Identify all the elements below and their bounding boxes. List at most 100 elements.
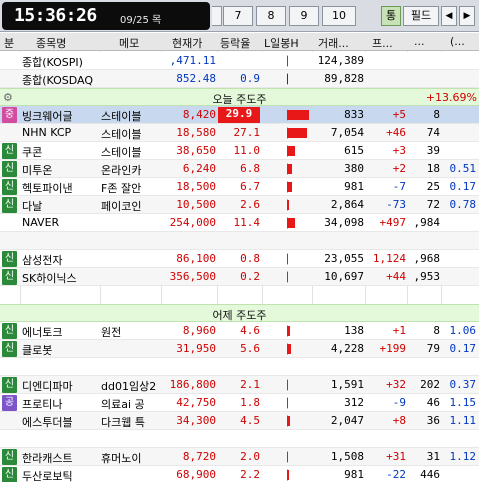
stock-memo[interactable]: 스테이블	[101, 144, 161, 160]
stock-rate: 4.6	[240, 324, 260, 337]
stock-memo[interactable]: 다크웹 특	[101, 414, 161, 430]
stock-memo[interactable]: 원전	[101, 324, 161, 340]
header-net[interactable]: 프...	[372, 35, 393, 51]
clock-time: 15:36:26	[14, 5, 97, 26]
stock-memo[interactable]: 휴머노이	[101, 450, 161, 466]
stock-volume: 981	[344, 180, 364, 193]
stock-memo[interactable]: 페이코인	[101, 198, 161, 214]
stock-net: +8	[392, 414, 406, 427]
stock-row[interactable]: 신 삼성전자 86,100 0.8 23,055 1,124 ,968	[0, 250, 479, 268]
header-daybar[interactable]: L일봉H	[264, 35, 299, 51]
stock-volume: 615	[344, 144, 364, 157]
stock-row[interactable]: 신 미투온 온라인카 6,240 6.8 380 +2 18 0.51	[0, 160, 479, 178]
stock-price: 356,500	[169, 270, 216, 283]
index-name: 종합(KOSDAQ	[22, 74, 94, 87]
stock-v2: 0.78	[449, 198, 477, 211]
stock-v1: ,984	[413, 216, 441, 229]
stock-v2: 1.15	[449, 396, 477, 409]
stock-price: 68,900	[176, 468, 216, 481]
stock-memo[interactable]: dd01임상2	[101, 378, 161, 394]
stock-row[interactable]: NAVER 254,000 11.4 34,098 +497 ,984	[0, 214, 479, 232]
header-volume[interactable]: 거래...	[318, 35, 349, 51]
stock-name: 빙크웨어글	[22, 110, 73, 123]
stock-tag-badge: 공	[2, 395, 17, 411]
stock-tag-badge: 신	[2, 143, 17, 159]
toggle-button[interactable]: 통	[381, 6, 401, 26]
number-button-8[interactable]: 8	[256, 6, 286, 26]
stock-v1: 79	[426, 342, 440, 355]
index-volume: 124,389	[317, 54, 364, 67]
stock-row[interactable]: 중 빙크웨어글 스테이블 8,420 29.9 833 +5 8	[0, 106, 479, 124]
stock-row[interactable]: 신 클로봇 31,950 5.6 4,228 +199 79 0.17	[0, 340, 479, 358]
stock-memo[interactable]: F존 잘안	[101, 180, 161, 196]
day-bar	[264, 448, 312, 466]
stock-net: 1,124	[372, 252, 406, 265]
day-bar	[264, 214, 312, 232]
stock-name: 에너토크	[22, 326, 63, 339]
day-bar-fill	[287, 452, 288, 462]
index-price: ,471.11	[169, 54, 216, 67]
header-rate[interactable]: 등락율	[220, 35, 250, 51]
stock-volume: 138	[344, 324, 364, 337]
field-button[interactable]: 필드	[403, 6, 439, 26]
stock-net: +497	[379, 216, 407, 229]
stock-row[interactable]	[0, 232, 479, 250]
stock-memo[interactable]: 스테이블	[101, 108, 161, 124]
stock-v2: 0.17	[449, 180, 477, 193]
stock-v1: 18	[426, 162, 440, 175]
stock-row[interactable]	[0, 430, 479, 448]
header-category[interactable]: 분	[4, 35, 14, 51]
stock-name: 다날	[22, 200, 43, 213]
number-button-partial[interactable]	[212, 6, 222, 26]
stock-row[interactable]: 신 디엔디파마 dd01임상2 186,800 2.1 1,591 +32 202 0.37	[0, 376, 479, 394]
stock-price: 8,960	[182, 324, 216, 337]
stock-v2: 1.11	[449, 414, 477, 427]
stock-net: +46	[386, 126, 406, 139]
stock-name: SK하이닉스	[22, 272, 77, 285]
stock-row[interactable]: 신 두산로보틱 68,900 2.2 981 -22 446	[0, 466, 479, 482]
stock-memo[interactable]: 온라인카	[101, 162, 161, 178]
number-button-9[interactable]: 9	[289, 6, 319, 26]
number-button-10[interactable]: 10	[322, 6, 356, 26]
stock-name: 두산로보틱	[22, 470, 73, 482]
stock-price: 18,580	[176, 126, 216, 139]
stock-volume: 380	[344, 162, 364, 175]
stock-row[interactable]: 에스투더블 다크웹 특 34,300 4.5 2,047 +8 36 1.11	[0, 412, 479, 430]
stock-price: 86,100	[176, 252, 216, 265]
prev-arrow-icon[interactable]: ◀	[441, 6, 457, 26]
stock-tag-badge: 신	[2, 377, 17, 393]
stock-name: 한라캐스트	[22, 452, 73, 465]
clock-display: 15:36:26 09/25 목	[2, 2, 210, 30]
stock-row[interactable]	[0, 358, 479, 376]
stock-row[interactable]: 신 한라캐스트 휴머노이 8,720 2.0 1,508 +31 31 1.12	[0, 448, 479, 466]
stock-row[interactable]: 공 프로티나 의료ai 공 42,750 1.8 312 -9 46 1.15	[0, 394, 479, 412]
stock-row[interactable]: 신 SK하이닉스 356,500 0.2 10,697 +44 ,953	[0, 268, 479, 286]
stock-row[interactable]: 신 에너토크 원전 8,960 4.6 138 +1 8 1.06	[0, 322, 479, 340]
stock-row[interactable]: NHN KCP 스테이블 18,580 27.1 7,054 +46 74	[0, 124, 479, 142]
header-v1[interactable]: ...	[414, 35, 425, 48]
stock-row[interactable]: 신 다날 페이코인 10,500 2.6 2,864 -73 72 0.78	[0, 196, 479, 214]
header-name[interactable]: 종목명	[36, 35, 66, 51]
stock-row[interactable]: 신 쿠콘 스테이블 38,650 11.0 615 +3 39	[0, 142, 479, 160]
stock-net: +1	[392, 324, 406, 337]
day-bar-fill	[287, 416, 290, 426]
stock-tag-badge: 신	[2, 341, 17, 357]
header-v2[interactable]: (...	[450, 35, 465, 48]
index-row-kosdaq[interactable]: 종합(KOSDAQ 852.48 0.9 89,828	[0, 70, 479, 88]
index-row-kospi[interactable]: 종합(KOSPI) ,471.11 124,389	[0, 52, 479, 70]
stock-volume: 34,098	[324, 216, 364, 229]
stock-name: 쿠콘	[22, 146, 43, 159]
day-bar-fill	[287, 398, 288, 408]
header-memo[interactable]: 메모	[119, 35, 139, 51]
stock-row[interactable]: 신 헥토파이낸 F존 잘안 18,500 6.7 981 -7 25 0.17	[0, 178, 479, 196]
stock-memo[interactable]: 스테이블	[101, 126, 161, 142]
number-button-7[interactable]: 7	[223, 6, 253, 26]
header-price[interactable]: 현재가	[172, 35, 202, 51]
stock-v2: 1.12	[449, 450, 477, 463]
stock-memo[interactable]: 의료ai 공	[101, 396, 161, 412]
stock-v1: 446	[420, 468, 440, 481]
stock-rate: 0.2	[240, 270, 260, 283]
day-bar-fill	[287, 182, 292, 192]
next-arrow-icon[interactable]: ▶	[459, 6, 475, 26]
stock-rate: 2.6	[240, 198, 260, 211]
